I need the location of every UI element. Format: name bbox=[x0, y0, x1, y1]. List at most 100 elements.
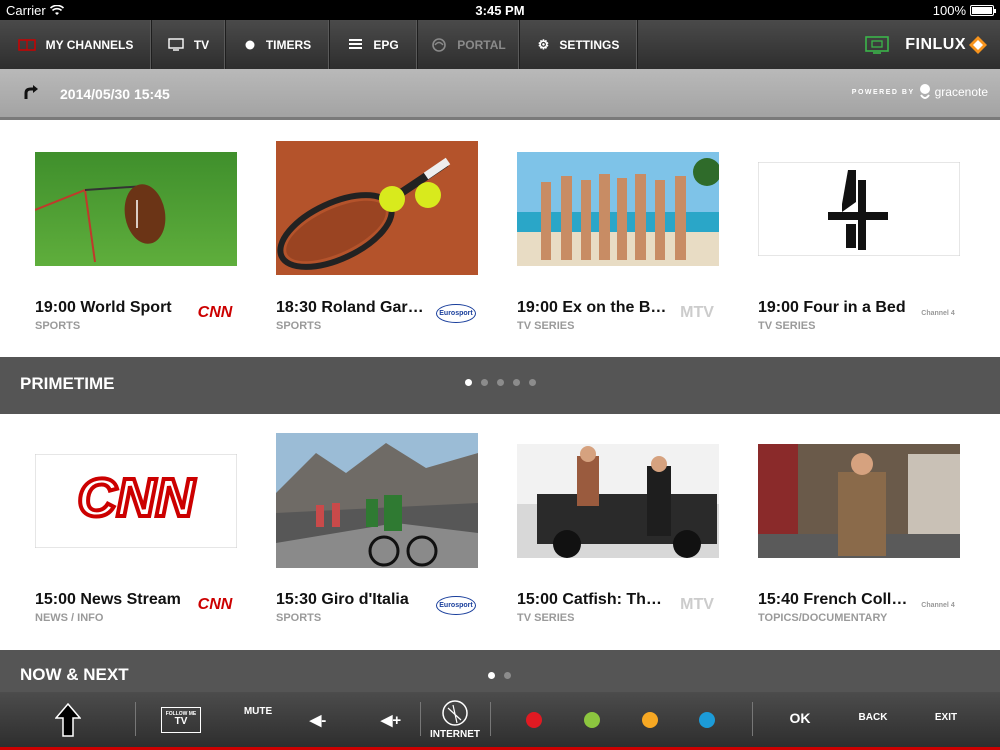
program-card[interactable]: 19:00 Four in a Bed TV SERIES Channel 4 bbox=[758, 122, 960, 357]
follow-me-tv-icon: FOLLOW ME TV bbox=[161, 706, 201, 733]
program-thumbnail bbox=[276, 141, 478, 275]
nav-label: TV bbox=[193, 37, 210, 52]
channel-logo-mtv: MTV bbox=[675, 299, 719, 327]
nav-my-channels[interactable]: MY CHANNELS bbox=[0, 20, 152, 69]
channel-logo-text: MTV bbox=[680, 304, 714, 321]
program-card[interactable]: 15:00 Catfish: The… TV SERIES MTV bbox=[517, 414, 719, 650]
channel-logo-eurosport: Eurosport bbox=[434, 299, 478, 327]
program-thumbnail bbox=[35, 152, 237, 266]
red-button[interactable] bbox=[520, 692, 548, 747]
program-category: NEWS / INFO bbox=[35, 612, 104, 624]
nav-timers[interactable]: TIMERS bbox=[226, 20, 330, 69]
program-thumbnail bbox=[517, 152, 719, 266]
timers-icon bbox=[245, 40, 255, 49]
section-header-primetime: PRIMETIME bbox=[0, 357, 1000, 414]
program-title: 15:00 News Stream bbox=[35, 591, 181, 608]
program-category: TV SERIES bbox=[517, 612, 575, 624]
internet-button[interactable]: INTERNET bbox=[430, 692, 480, 747]
channel-logo-cnn: CNN bbox=[193, 299, 237, 327]
channel-logo-text: Eurosport bbox=[436, 595, 476, 615]
program-card[interactable]: 15:30 Giro d'Italia SPORTS Eurosport bbox=[276, 414, 478, 650]
program-thumbnail bbox=[758, 162, 960, 256]
program-card[interactable]: CNN 15:00 News Stream NEWS / INFO CNN bbox=[35, 414, 237, 650]
exit-label: EXIT bbox=[934, 712, 958, 723]
internet-icon bbox=[442, 700, 468, 726]
channel-logo-text: Channel 4 bbox=[921, 309, 955, 317]
program-card[interactable]: 18:30 Roland Garr… SPORTS Eurosport bbox=[276, 122, 478, 357]
program-card[interactable]: 19:00 Ex on the B… TV SERIES MTV bbox=[517, 122, 719, 357]
back-button[interactable]: BACK bbox=[852, 690, 894, 745]
divider bbox=[490, 702, 491, 736]
gracenote-label: gracenote bbox=[934, 85, 988, 99]
follow-me-tv-button[interactable]: FOLLOW ME TV bbox=[160, 692, 202, 747]
program-title: 18:30 Roland Garr… bbox=[276, 299, 426, 316]
remote-control-bar: FOLLOW ME TV MUTE ◀- ◀+ INTERNET OK BACK… bbox=[0, 692, 1000, 750]
volume-up-button[interactable]: ◀+ bbox=[374, 692, 408, 747]
nav-label: EPG bbox=[373, 37, 399, 52]
page-dot[interactable] bbox=[529, 379, 536, 386]
section-header-now-next: NOW & NEXT bbox=[0, 650, 1000, 692]
nav-tv[interactable]: TV bbox=[152, 20, 226, 69]
page-dot[interactable] bbox=[481, 379, 488, 386]
exit-button[interactable]: EXIT bbox=[926, 690, 966, 745]
program-card[interactable]: 15:40 French Coll… TOPICS/DOCUMENTARY Ch… bbox=[758, 414, 960, 650]
ok-label: OK bbox=[789, 709, 811, 726]
current-datetime: 2014/05/30 15:45 bbox=[60, 86, 170, 102]
program-row-featured: 19:00 World Sport SPORTS CNN 18:30 Rolan… bbox=[0, 122, 1000, 357]
red-dot-icon bbox=[526, 711, 542, 728]
program-card[interactable]: 19:00 World Sport SPORTS CNN bbox=[35, 122, 237, 357]
refresh-icon[interactable] bbox=[22, 85, 40, 103]
page-dot[interactable] bbox=[513, 379, 520, 386]
gracenote-icon bbox=[919, 84, 930, 99]
divider bbox=[420, 702, 421, 736]
page-dot[interactable] bbox=[497, 379, 504, 386]
up-arrow-button[interactable] bbox=[40, 692, 96, 747]
nav-label: TIMERS bbox=[265, 37, 312, 52]
channel-logo-channel4: Channel 4 bbox=[916, 299, 960, 327]
page-indicator[interactable] bbox=[488, 672, 511, 679]
battery-indicator: 100% bbox=[933, 3, 996, 18]
nav-epg[interactable]: EPG bbox=[330, 20, 418, 69]
volume-down-icon: ◀- bbox=[309, 711, 327, 729]
program-title: 19:00 World Sport bbox=[35, 299, 172, 316]
powered-by-gracenote: POWERED BY gracenote bbox=[852, 83, 988, 101]
program-title: 15:00 Catfish: The… bbox=[517, 591, 667, 608]
blue-button[interactable] bbox=[693, 692, 721, 747]
channel-logo-cnn: CNN bbox=[193, 591, 237, 619]
gear-icon: ⚙ bbox=[537, 36, 550, 52]
svg-text:CNN: CNN bbox=[78, 468, 196, 528]
page-indicator[interactable] bbox=[465, 379, 536, 386]
program-thumbnail: CNN bbox=[35, 454, 237, 548]
program-title: 19:00 Ex on the B… bbox=[517, 299, 667, 316]
finlux-mark-icon bbox=[969, 35, 987, 54]
program-thumbnail bbox=[758, 444, 960, 558]
mute-button[interactable]: MUTE bbox=[238, 684, 278, 739]
divider bbox=[752, 702, 753, 736]
clock: 3:45 PM bbox=[475, 3, 525, 18]
program-title: 15:30 Giro d'Italia bbox=[276, 591, 409, 608]
tv-icon bbox=[168, 38, 184, 51]
channel-logo-text: CNN bbox=[197, 596, 233, 613]
program-category: SPORTS bbox=[35, 320, 81, 332]
yellow-button[interactable] bbox=[636, 692, 664, 747]
green-button[interactable] bbox=[578, 692, 606, 747]
nav-portal[interactable]: PORTAL bbox=[418, 20, 520, 69]
finlux-logo: FINLUX bbox=[905, 35, 988, 55]
status-bar: Carrier 3:45 PM 100% bbox=[0, 0, 1000, 20]
up-arrow-icon bbox=[55, 702, 81, 737]
yellow-dot-icon bbox=[642, 711, 658, 728]
powered-by-label: POWERED BY bbox=[851, 88, 915, 96]
page-dot[interactable] bbox=[504, 672, 511, 679]
green-dot-icon bbox=[584, 711, 600, 728]
screen-mirror-icon[interactable] bbox=[865, 35, 890, 54]
program-category: TV SERIES bbox=[517, 320, 575, 332]
volume-down-button[interactable]: ◀- bbox=[302, 692, 334, 747]
ok-button[interactable]: OK bbox=[780, 690, 820, 745]
nav-settings[interactable]: ⚙ SETTINGS bbox=[520, 20, 638, 69]
section-title: PRIMETIME bbox=[20, 374, 115, 393]
divider bbox=[135, 702, 136, 736]
program-category: TOPICS/DOCUMENTARY bbox=[758, 612, 888, 624]
page-dot[interactable] bbox=[488, 672, 495, 679]
page-dot[interactable] bbox=[465, 379, 472, 386]
nav-label: MY CHANNELS bbox=[45, 37, 134, 52]
